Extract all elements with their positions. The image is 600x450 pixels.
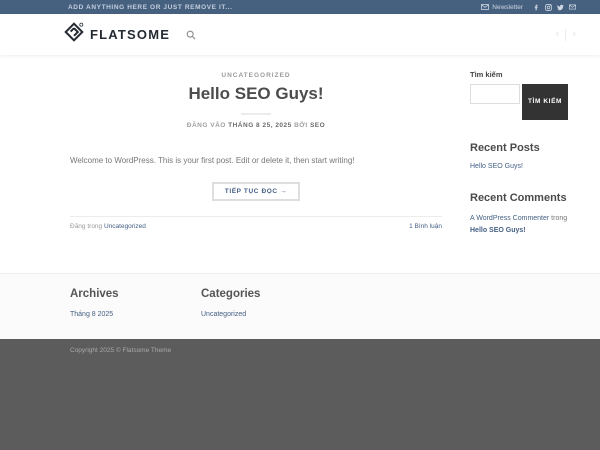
logo-text: FLATSOME [90, 27, 171, 42]
comment-author-link[interactable]: A WordPress Commenter [470, 215, 549, 222]
archives-widget: Archives Tháng 8 2025 [70, 288, 201, 339]
comment-post-link[interactable]: Hello SEO Guys! [470, 227, 526, 234]
categories-widget: Categories Uncategorized [201, 288, 260, 339]
email-icon[interactable] [569, 4, 576, 10]
page: ADD ANYTHING HERE OR JUST REMOVE IT... N… [0, 0, 600, 450]
newsletter-link[interactable]: Newsletter [481, 4, 523, 11]
posted-in-category-link[interactable]: Uncategorized [104, 223, 146, 230]
twitter-icon[interactable] [557, 4, 564, 11]
facebook-icon[interactable] [533, 4, 540, 11]
meta-by: BỞI [291, 122, 310, 129]
header-post-nav: ‹ › [556, 28, 576, 41]
content-area: UNCATEGORIZED Hello SEO Guys! ĐĂNG VÀO T… [0, 55, 600, 273]
read-more-wrap: TIẾP TỤC ĐỌC → [70, 180, 442, 201]
search-widget-label: Tìm kiếm [470, 70, 503, 79]
archive-link[interactable]: Tháng 8 2025 [70, 311, 201, 318]
topbar-right: Newsletter [481, 4, 576, 11]
post-excerpt: Welcome to WordPress. This is your first… [70, 156, 355, 165]
prev-post-arrow[interactable]: ‹ [556, 29, 560, 40]
read-more-button[interactable]: TIẾP TỤC ĐỌC → [211, 182, 301, 201]
absolute-footer: Copyright 2025 © Flatsome Theme [0, 339, 600, 450]
recent-comment-item: A WordPress Commenter trong Hello SEO Gu… [470, 213, 570, 237]
newsletter-label: Newsletter [492, 3, 523, 11]
recent-post-link[interactable]: Hello SEO Guys! [470, 163, 570, 170]
social-links [533, 3, 576, 11]
copyright-text: Copyright 2025 © Flatsome Theme [70, 347, 172, 354]
post-category-link: UNCATEGORIZED [221, 72, 291, 79]
post-meta: ĐĂNG VÀO THÁNG 8 25, 2025 BỞI SEO [70, 122, 442, 129]
search-icon[interactable] [186, 30, 196, 40]
site-header: FLATSOME ‹ › [0, 14, 600, 55]
envelope-icon [481, 4, 490, 10]
footer-widgets: Archives Tháng 8 2025 Categories Uncateg… [0, 273, 600, 339]
meta-author-link[interactable]: SEO [310, 122, 325, 129]
comment-connector: trong [549, 215, 568, 222]
search-widget: TÌM KIẾM [470, 84, 570, 120]
sidebar: Tìm kiếm TÌM KIẾM Recent Posts Hello SEO… [470, 55, 570, 273]
search-submit-button[interactable]: TÌM KIẾM [522, 84, 568, 120]
title-divider [241, 113, 271, 115]
instagram-icon[interactable] [545, 3, 552, 11]
meta-date: THÁNG 8 25, 2025 [228, 122, 292, 129]
posted-in-label: Đăng trong [70, 223, 104, 230]
search-input[interactable] [470, 84, 520, 104]
archives-title: Archives [70, 288, 119, 300]
site-logo[interactable]: FLATSOME [64, 22, 170, 47]
category-link[interactable]: Uncategorized [201, 311, 260, 318]
flatsome-logo-icon [64, 22, 84, 47]
recent-comments-title: Recent Comments [470, 192, 567, 204]
nav-divider [565, 28, 567, 41]
comments-link[interactable]: 1 Bình luận [409, 223, 442, 230]
next-post-arrow[interactable]: › [572, 29, 576, 40]
post-title[interactable]: Hello SEO Guys! [70, 84, 442, 104]
categories-title: Categories [201, 288, 261, 300]
meta-prefix: ĐĂNG VÀO [186, 122, 229, 129]
topbar-message: ADD ANYTHING HERE OR JUST REMOVE IT... [68, 3, 233, 11]
posted-in: Đăng trong Uncategorized [70, 223, 146, 230]
topbar: ADD ANYTHING HERE OR JUST REMOVE IT... N… [0, 0, 600, 14]
post-column: UNCATEGORIZED Hello SEO Guys! ĐĂNG VÀO T… [70, 55, 442, 273]
recent-posts-title: Recent Posts [470, 142, 540, 154]
post-header: UNCATEGORIZED Hello SEO Guys! ĐĂNG VÀO T… [70, 72, 442, 129]
post-footer-meta: Đăng trong Uncategorized 1 Bình luận [70, 216, 442, 230]
